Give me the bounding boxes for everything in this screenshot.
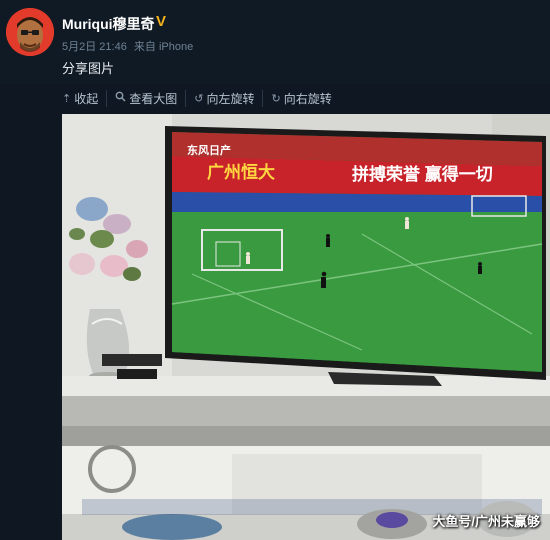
view-large-button[interactable]: 查看大图 [115, 89, 187, 107]
view-large-label: 查看大图 [129, 91, 178, 106]
avatar-cartoon-icon [6, 8, 54, 56]
tv-banner-text-3: 东风日产 [187, 143, 231, 157]
collapse-label: 收起 [74, 91, 99, 106]
magnifier-icon [115, 91, 126, 105]
collapse-button[interactable]: ⇡ 收起 [62, 89, 108, 107]
collapse-arrow-icon: ⇡ [62, 92, 72, 105]
username[interactable]: Muriqui穆里奇 [62, 14, 155, 34]
post-photo[interactable]: 广州恒大 拼搏荣誉 赢得一切 东风日产 大鱼号/广州未赢够 [62, 114, 550, 540]
post-header: Muriqui穆里奇 V 5月2日 21:46 来自 iPhone 分享图片 [0, 0, 550, 84]
post-date[interactable]: 5月2日 21:46 [62, 41, 127, 53]
rotate-right-label: 向右旋转 [283, 91, 332, 106]
rotate-right-button[interactable]: ↻ 向右旋转 [271, 90, 339, 107]
rotate-left-label: 向左旋转 [206, 91, 255, 106]
rotate-left-button[interactable]: ↺ 向左旋转 [194, 89, 264, 107]
post-text: 分享图片 [62, 61, 115, 76]
watermark: 大鱼号/广州未赢够 [432, 514, 540, 529]
tv-banner-text-2: 拼搏荣誉 赢得一切 [352, 164, 493, 184]
image-toolbar: ⇡ 收起 查看大图 ↺ 向左旋转 ↻ 向右旋转 [62, 88, 348, 108]
rotate-left-icon: ↺ [194, 92, 204, 105]
tv-banner-text-1: 广州恒大 [207, 162, 275, 182]
avatar[interactable] [6, 8, 54, 56]
tv-photo-illustration: 广州恒大 拼搏荣誉 赢得一切 东风日产 [62, 114, 550, 540]
post-meta: 5月2日 21:46 来自 iPhone [62, 38, 197, 54]
rotate-right-icon: ↻ [271, 92, 281, 105]
verified-badge-icon: V [156, 13, 167, 30]
post-source: 来自 iPhone [133, 41, 194, 53]
